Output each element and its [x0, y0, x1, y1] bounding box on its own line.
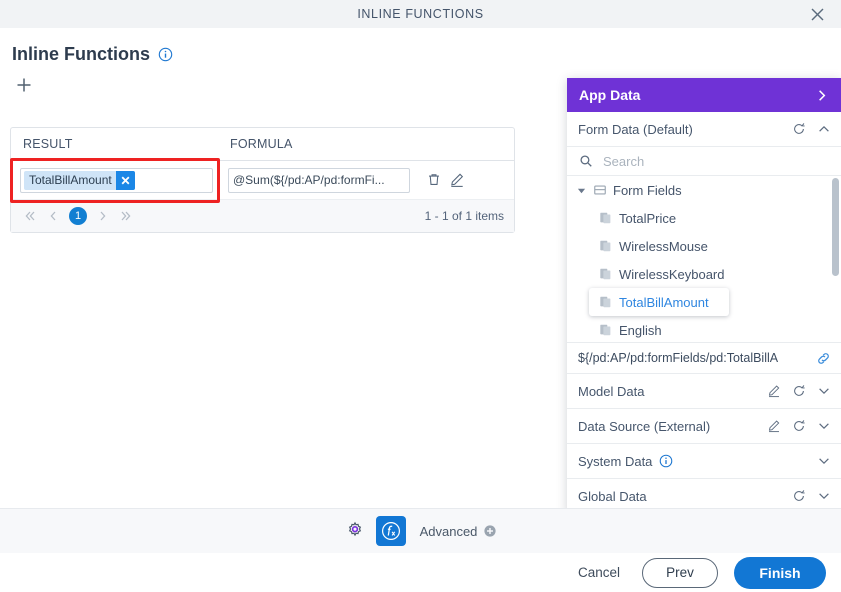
page-title: Inline Functions — [12, 44, 173, 65]
tree-node-wirelessmouse[interactable]: WirelessMouse — [567, 232, 841, 260]
trash-icon[interactable] — [426, 172, 442, 188]
link-icon[interactable] — [816, 351, 831, 366]
bottom-toolbar: Advanced — [0, 508, 841, 554]
tree-node-label: Form Fields — [613, 182, 682, 198]
dialog-footer: Cancel Prev Finish — [0, 553, 841, 592]
cell-result: TotalBillAmount — [11, 167, 226, 193]
add-inline-function-button[interactable] — [15, 76, 33, 94]
chevron-down-icon[interactable] — [817, 384, 831, 398]
info-icon[interactable] — [659, 454, 674, 469]
chevron-right-icon[interactable] — [814, 88, 829, 103]
section-model-data[interactable]: Model Data — [567, 374, 841, 409]
field-icon — [599, 323, 613, 337]
chevron-left-icon[interactable] — [46, 209, 60, 223]
chevron-down-icon[interactable] — [817, 419, 831, 433]
column-header-formula: FORMULA — [230, 137, 293, 151]
chevron-down-icon[interactable] — [817, 454, 831, 468]
field-icon — [599, 211, 613, 225]
refresh-icon[interactable] — [792, 122, 806, 136]
grid-header-row: RESULT FORMULA — [11, 128, 514, 161]
tree-node-label: TotalPrice — [619, 210, 677, 226]
info-icon[interactable] — [158, 47, 173, 62]
form-fields-tree: Form Fields TotalPrice WirelessMouse Wir… — [567, 176, 841, 343]
prev-button[interactable]: Prev — [642, 557, 718, 588]
page-number-1[interactable]: 1 — [69, 207, 87, 225]
dialog-content: Inline Functions RESULT FORMULA TotalBil… — [0, 28, 841, 513]
field-icon — [599, 295, 613, 309]
finish-button[interactable]: Finish — [734, 556, 826, 589]
section-data-source-external[interactable]: Data Source (External) — [567, 409, 841, 444]
tree-node-label: WirelessMouse — [619, 238, 708, 254]
dialog-title: INLINE FUNCTIONS — [357, 7, 484, 21]
field-icon — [599, 239, 613, 253]
result-chip: TotalBillAmount — [24, 170, 135, 190]
app-data-header[interactable]: App Data — [567, 78, 841, 112]
cancel-button[interactable]: Cancel — [572, 564, 626, 581]
caret-down-icon[interactable] — [577, 186, 587, 195]
refresh-icon[interactable] — [792, 489, 806, 503]
grid-footer: 1 1 - 1 of 1 items — [11, 200, 514, 232]
section-label: Data Source (External) — [578, 418, 711, 434]
result-chip-label: TotalBillAmount — [29, 173, 112, 187]
search-input[interactable] — [601, 152, 805, 170]
chevron-right-icon[interactable] — [96, 209, 110, 223]
gear-icon[interactable] — [344, 520, 366, 542]
function-icon[interactable] — [375, 516, 406, 546]
selected-path-text: ${/pd:AP/pd:formFields/pd:TotalBillA — [578, 351, 779, 365]
tree-node-label: English — [619, 322, 662, 338]
close-icon[interactable] — [807, 4, 827, 24]
tree-node-wirelesskeyboard[interactable]: WirelessKeyboard — [567, 260, 841, 288]
cell-formula: @Sum(${/pd:AP/pd:formFi... — [226, 167, 514, 193]
section-label: Model Data — [578, 383, 645, 399]
tree-node-totalbillamount[interactable]: TotalBillAmount — [589, 288, 729, 316]
double-chevron-right-icon[interactable] — [119, 209, 133, 223]
row-actions — [426, 172, 465, 188]
pagination: 1 — [23, 207, 133, 225]
tree-node-label: WirelessKeyboard — [619, 266, 725, 282]
section-label: Global Data — [578, 488, 647, 504]
inline-functions-grid: RESULT FORMULA TotalBillAmount @Sum(${/p… — [10, 127, 515, 233]
formula-input[interactable]: @Sum(${/pd:AP/pd:formFi... — [228, 167, 410, 193]
section-system-data[interactable]: System Data — [567, 444, 841, 479]
refresh-icon[interactable] — [792, 384, 806, 398]
refresh-icon[interactable] — [792, 419, 806, 433]
table-row: TotalBillAmount @Sum(${/pd:AP/pd:formFi.… — [11, 161, 514, 200]
advanced-label: Advanced — [419, 523, 478, 539]
tree-node-label: TotalBillAmount — [619, 294, 709, 310]
result-input[interactable]: TotalBillAmount — [20, 167, 213, 193]
tree-node-totalprice[interactable]: TotalPrice — [567, 204, 841, 232]
tree-scrollbar[interactable] — [832, 178, 839, 276]
dialog-title-bar: INLINE FUNCTIONS — [0, 0, 841, 29]
double-chevron-left-icon[interactable] — [23, 209, 37, 223]
tree-node-english[interactable]: English — [567, 316, 841, 342]
column-header-result: RESULT — [23, 137, 73, 151]
tree-node-form-fields[interactable]: Form Fields — [567, 176, 841, 204]
close-icon[interactable] — [115, 170, 135, 190]
chevron-up-icon[interactable] — [817, 122, 831, 136]
pencil-icon[interactable] — [449, 172, 465, 188]
search-row — [567, 147, 841, 176]
pencil-icon[interactable] — [767, 419, 781, 433]
app-data-title: App Data — [579, 87, 641, 103]
items-count: 1 - 1 of 1 items — [424, 209, 504, 223]
field-icon — [599, 267, 613, 281]
search-icon — [579, 154, 593, 168]
advanced-button[interactable]: Advanced — [420, 524, 498, 539]
form-data-label: Form Data (Default) — [578, 121, 693, 137]
plus-circle-icon[interactable] — [483, 524, 497, 538]
app-data-panel: App Data Form Data (Default) Search Form… — [567, 78, 841, 513]
selected-path-row: ${/pd:AP/pd:formFields/pd:TotalBillA — [567, 343, 841, 374]
folder-fields-icon — [593, 183, 607, 197]
page-title-text: Inline Functions — [12, 44, 150, 64]
section-label: System Data — [578, 453, 653, 469]
form-data-section-header[interactable]: Form Data (Default) — [567, 112, 841, 147]
chevron-down-icon[interactable] — [817, 489, 831, 503]
pencil-icon[interactable] — [767, 384, 781, 398]
